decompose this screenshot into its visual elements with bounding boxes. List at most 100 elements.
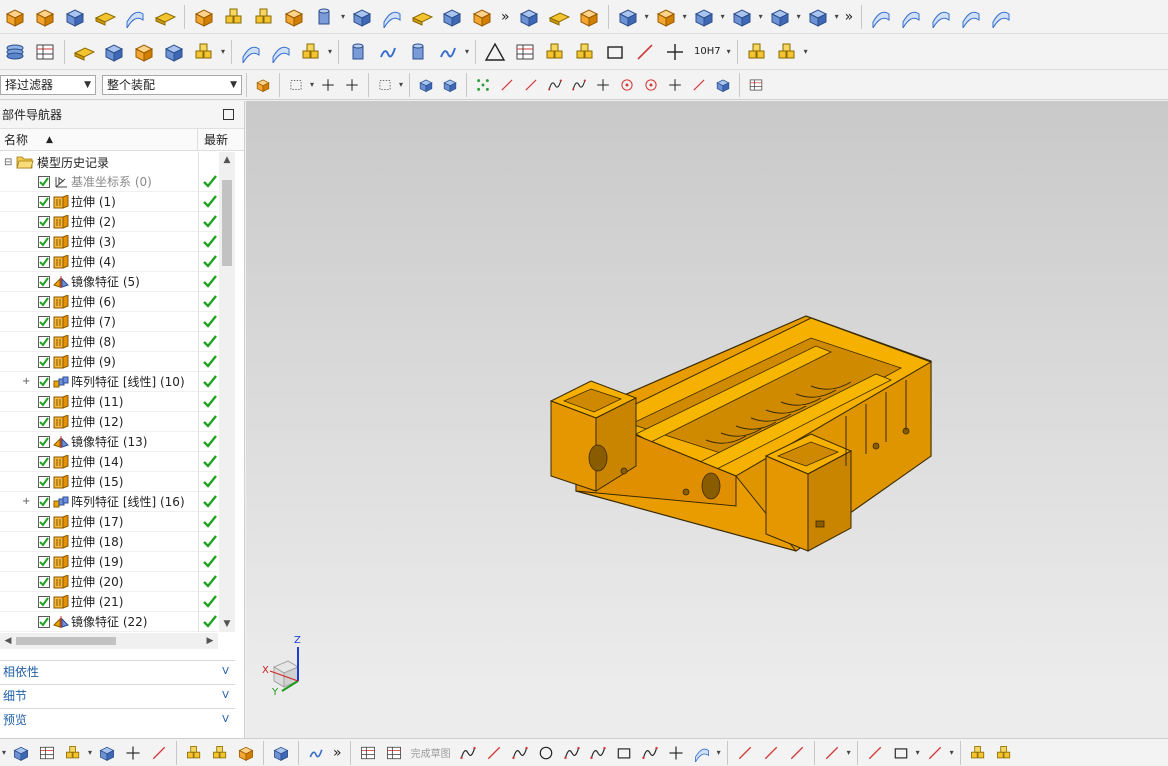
scrollbar-thumb[interactable] [16,637,116,645]
sketch-line-icon[interactable] [483,742,505,764]
dependencies-panel[interactable]: 相依性 V [0,660,235,682]
sync-cube-icon[interactable] [516,4,542,30]
dropdown-arrow-icon[interactable]: ▾ [715,748,723,757]
dropdown-arrow-icon[interactable]: ▾ [845,748,853,757]
sketch-sheet-icon[interactable] [691,742,713,764]
tree-item-row[interactable]: 拉伸 (21) [0,592,218,612]
visibility-checkbox[interactable] [38,255,50,268]
feature-sheet-icon[interactable] [122,4,148,30]
visibility-checkbox[interactable] [38,435,50,448]
visibility-checkbox[interactable] [38,535,50,548]
dropdown-arrow-icon[interactable]: ▾ [339,12,347,21]
tree-item-row[interactable]: 拉伸 (15) [0,472,218,492]
snap-curve-icon[interactable] [545,75,565,95]
tree-item-row[interactable]: 拉伸 (9) [0,352,218,372]
tree-item-row[interactable]: 拉伸 (3) [0,232,218,252]
tool-cube-icon[interactable] [96,742,118,764]
snap-select-icon[interactable] [286,75,306,95]
edit-spring-icon[interactable] [375,39,401,65]
feature-blocks-icon[interactable] [221,4,247,30]
tree-item-row[interactable]: 拉伸 (8) [0,332,218,352]
snap-ocube-icon[interactable] [253,75,273,95]
sketch-blocks-icon[interactable] [967,742,989,764]
dropdown-arrow-icon[interactable]: ▾ [397,80,405,89]
horizontal-scrollbar[interactable]: ◀ ▶ [0,633,218,649]
edit-cyl-icon[interactable] [345,39,371,65]
dropdown-arrow-icon[interactable]: ▾ [681,12,689,21]
edit-blocks-icon[interactable] [572,39,598,65]
visibility-checkbox[interactable] [38,315,50,328]
tool-blocks-icon[interactable] [183,742,205,764]
edit-blocks-icon[interactable] [542,39,568,65]
expand-icon[interactable]: + [22,496,31,507]
visibility-checkbox[interactable] [38,195,50,208]
tree-item-row[interactable]: 拉伸 (7) [0,312,218,332]
tool-table-icon[interactable] [36,742,58,764]
visibility-checkbox[interactable] [38,295,50,308]
sketch-rect-icon[interactable] [613,742,635,764]
assembly-blocks-icon[interactable] [774,39,800,65]
tool-cube-icon[interactable] [10,742,32,764]
sync-cube-icon[interactable] [615,4,641,30]
tree-item-row[interactable]: 镜像特征 (5) [0,272,218,292]
dropdown-arrow-icon[interactable]: ▾ [802,47,810,56]
edit-table-icon[interactable] [512,39,538,65]
tool-blocks-icon[interactable] [62,742,84,764]
sketch-plus-icon[interactable] [665,742,687,764]
sketch-line-icon[interactable] [786,742,808,764]
sketch-circle-icon[interactable] [535,742,557,764]
feature-plate-icon[interactable] [92,4,118,30]
sketch-curve-icon[interactable] [561,742,583,764]
dropdown-arrow-icon[interactable]: ▾ [914,748,922,757]
tree-item-row[interactable]: 镜像特征 (13) [0,432,218,452]
snap-line-icon[interactable] [689,75,709,95]
snap-curve-icon[interactable] [569,75,589,95]
sketch-curve-icon[interactable] [509,742,531,764]
dropdown-arrow-icon[interactable]: ▾ [219,47,227,56]
edit-blocks-icon[interactable] [298,39,324,65]
tool-cube-icon[interactable] [270,742,292,764]
tree-item-row[interactable]: 镜像特征 (22) [0,612,218,632]
sketch-table-icon[interactable] [383,742,405,764]
snap-table-icon[interactable] [746,75,766,95]
edit-sheet-icon[interactable] [268,39,294,65]
sketch-line-icon[interactable] [760,742,782,764]
vertical-scrollbar[interactable]: ▲ ▼ [219,152,235,632]
tree-item-row[interactable]: 基准坐标系 (0) [0,172,218,192]
snap-line-icon[interactable] [497,75,517,95]
snap-plus-icon[interactable] [342,75,362,95]
feature-ocube-icon[interactable] [281,4,307,30]
dimension-tool-label[interactable]: 10H7 [694,46,721,57]
edit-plate-icon[interactable] [71,39,97,65]
dropdown-arrow-icon[interactable]: ▾ [757,12,765,21]
dropdown-arrow-icon[interactable]: ▾ [643,12,651,21]
tree-item-row[interactable]: 拉伸 (12) [0,412,218,432]
details-panel[interactable]: 细节 V [0,684,235,706]
3d-model-housing[interactable] [546,306,936,561]
toolbar-overflow-2[interactable]: » [845,9,854,25]
sketch-curve-icon[interactable] [639,742,661,764]
tree-item-row[interactable]: 拉伸 (11) [0,392,218,412]
sync-plate-icon[interactable] [546,4,572,30]
dropdown-arrow-icon[interactable]: ▾ [326,47,334,56]
visibility-checkbox[interactable] [38,495,50,508]
selection-filter-dropdown[interactable]: 择过滤器 ▼ [0,74,96,95]
dropdown-arrow-icon[interactable]: ▾ [795,12,803,21]
edit-cube-icon[interactable] [161,39,187,65]
expand-icon[interactable]: + [22,376,31,387]
visibility-checkbox[interactable] [38,355,50,368]
tool-plus-icon[interactable] [122,742,144,764]
edit-tri-icon[interactable] [482,39,508,65]
collapse-icon[interactable]: ⊟ [4,157,12,168]
sketch-rect-icon[interactable] [890,742,912,764]
sync-ocube-icon[interactable] [653,4,679,30]
dropdown-arrow-icon[interactable]: ▾ [463,47,471,56]
edit-ocube-icon[interactable] [131,39,157,65]
edit-blocks-icon[interactable] [191,39,217,65]
visibility-checkbox[interactable] [38,575,50,588]
scroll-left-icon[interactable]: ◀ [0,633,16,649]
sketch-line-icon[interactable] [924,742,946,764]
edit-cube-icon[interactable] [101,39,127,65]
surface-sheet-icon[interactable] [898,4,924,30]
tree-item-row[interactable]: 拉伸 (14) [0,452,218,472]
